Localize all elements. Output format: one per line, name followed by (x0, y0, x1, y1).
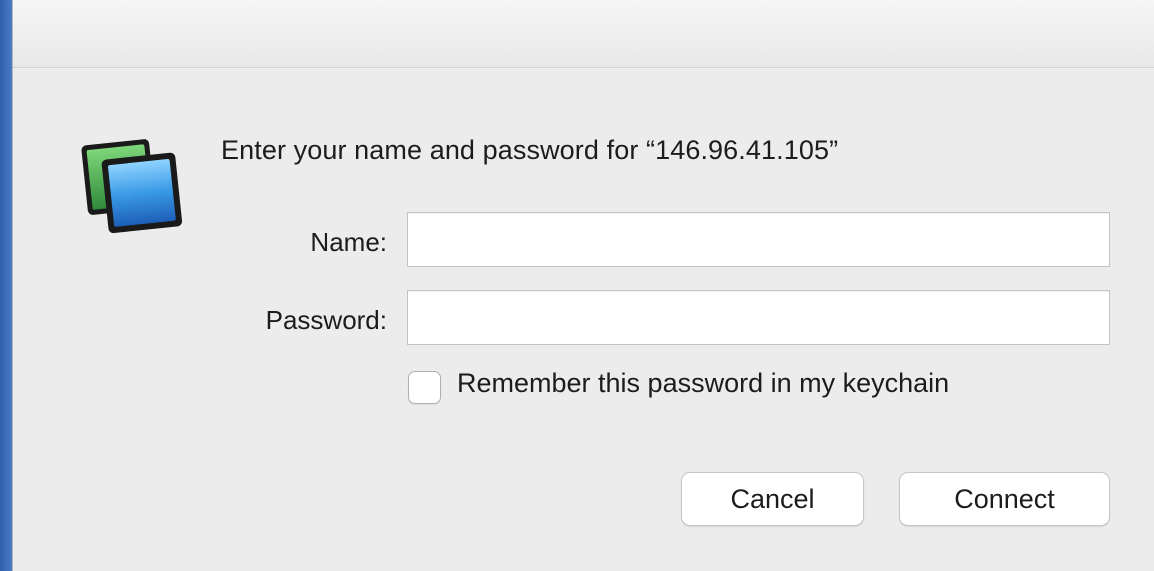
remember-password-label[interactable]: Remember this password in my keychain (457, 368, 949, 399)
login-dialog: Enter your name and password for “146.96… (12, 0, 1154, 571)
password-input[interactable] (407, 290, 1110, 345)
name-label: Name: (310, 227, 387, 257)
password-label: Password: (265, 305, 387, 335)
dialog-titlebar (13, 0, 1154, 68)
remember-password-checkbox[interactable] (408, 371, 441, 404)
desktop-background (0, 0, 12, 571)
screen-sharing-icon (79, 132, 189, 240)
name-input[interactable] (407, 212, 1110, 267)
connect-button[interactable]: Connect (899, 472, 1110, 526)
cancel-button[interactable]: Cancel (681, 472, 864, 526)
dialog-prompt: Enter your name and password for “146.96… (221, 135, 839, 165)
